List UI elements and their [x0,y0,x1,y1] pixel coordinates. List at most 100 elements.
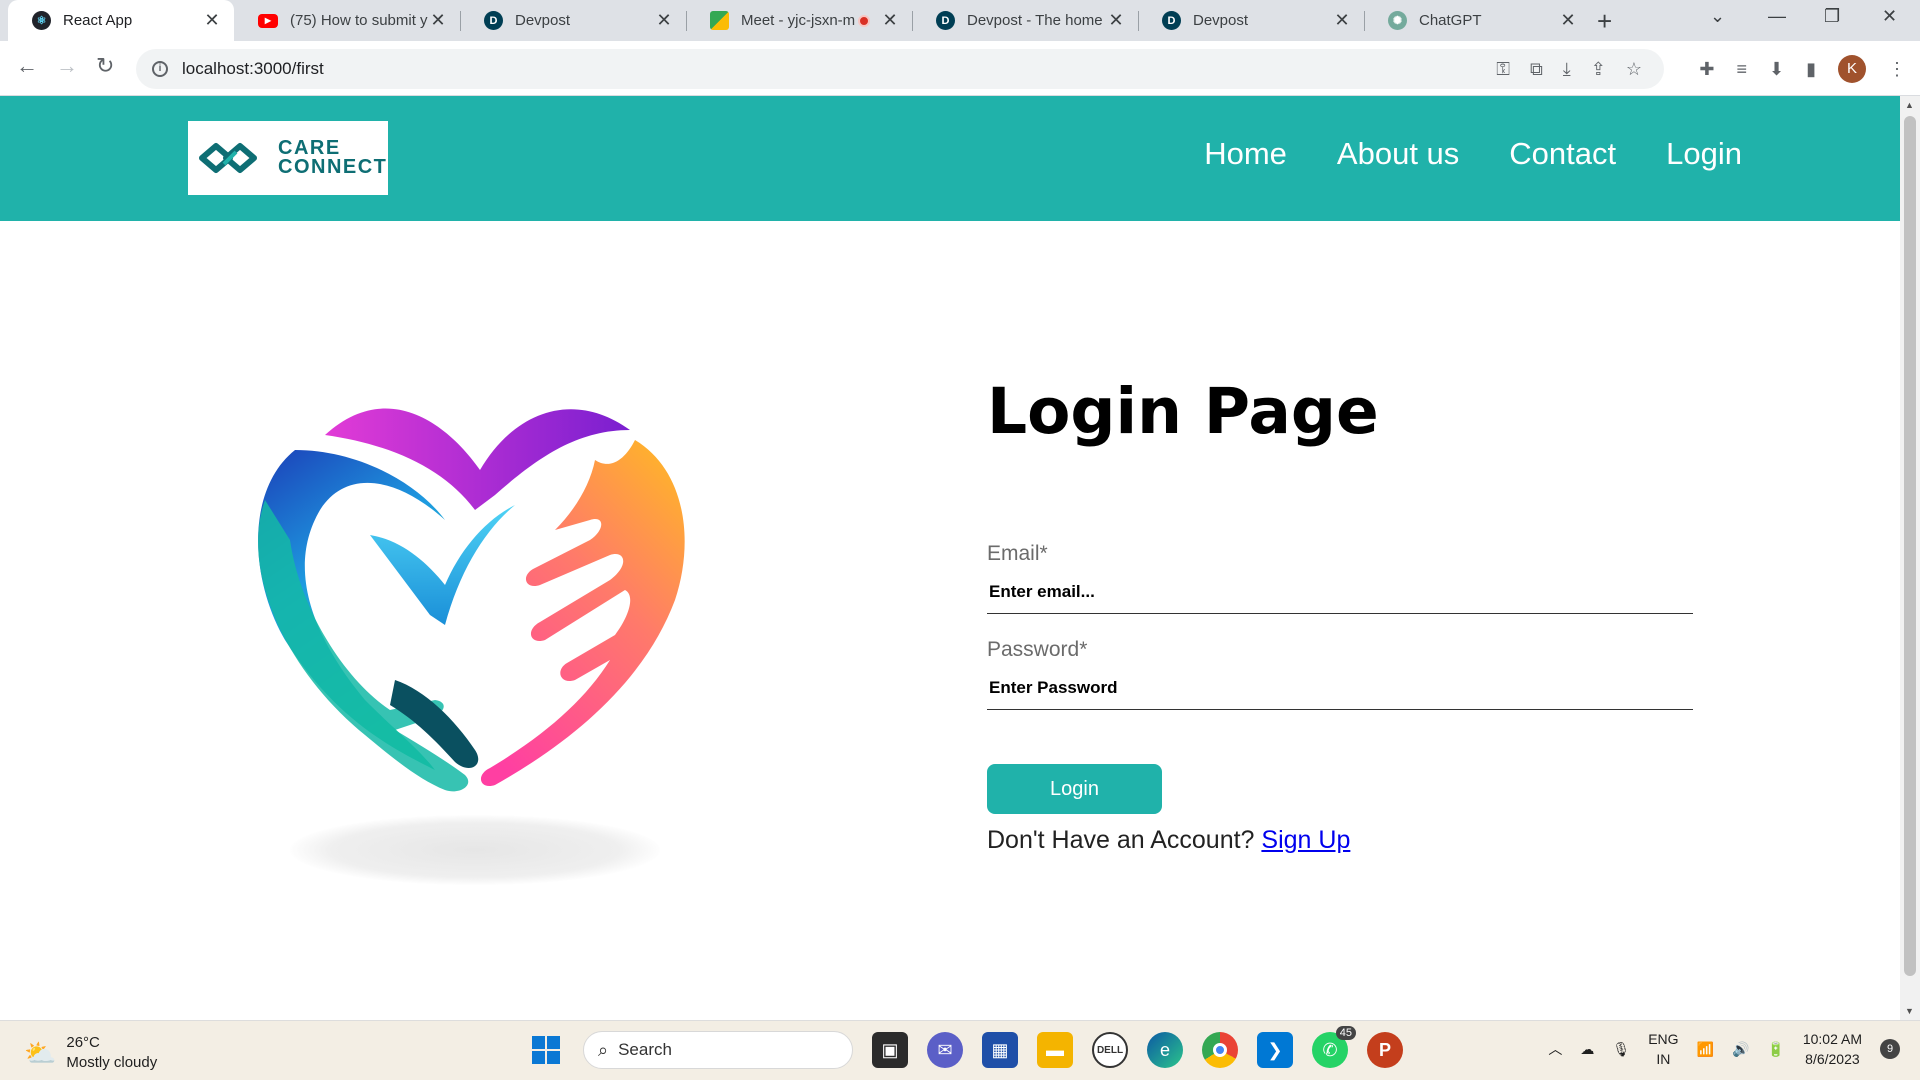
restore-icon[interactable]: ❐ [1824,6,1840,27]
tab-devpost[interactable]: D Devpost ✕ [460,0,686,41]
logo-text: CARE CONNECT [278,138,388,178]
open-external-icon[interactable]: ⧉ [1530,59,1543,80]
tab-label: (75) How to submit yo [290,12,428,29]
vscode-icon[interactable]: ❯ [1257,1032,1293,1068]
browser-toolbar: ← → ↻ i localhost:3000/first ⚿ ⧉ ⤓ ⇪ ☆ ✚… [0,41,1920,96]
bookmark-star-icon[interactable]: ☆ [1626,59,1642,80]
system-tray: ︿ ☁ 🎙 ENG IN 📶 🔊 🔋 10:02 AM 8/6/2023 9 [1548,1029,1900,1069]
weather-condition: Mostly cloudy [66,1054,158,1071]
logo-mark-icon [199,143,257,173]
tab-search-chevron-icon[interactable]: ⌄ [1710,6,1725,27]
language-indicator[interactable]: ENG IN [1648,1029,1678,1069]
close-icon[interactable]: ✕ [202,10,222,31]
signup-prompt-text: Don't Have an Account? [987,826,1255,854]
tab-label: ChatGPT [1419,12,1482,29]
edge-browser-icon[interactable]: e [1147,1032,1183,1068]
whatsapp-icon[interactable]: ✆ 45 [1312,1026,1356,1068]
tab-label: Devpost - The home f [967,12,1106,29]
main-nav: Home About us Contact Login [1204,136,1742,172]
language-line-2: IN [1656,1051,1671,1067]
close-icon[interactable]: ✕ [428,10,448,31]
extensions-puzzle-icon[interactable]: ✚ [1699,59,1714,80]
new-tab-plus-icon[interactable]: + [1597,6,1612,37]
url-text[interactable]: localhost:3000/first [182,59,324,79]
more-menu-icon[interactable]: ⋮ [1888,59,1906,80]
nav-login[interactable]: Login [1666,136,1742,172]
avatar[interactable]: K [1838,55,1866,83]
notification-count-badge[interactable]: 9 [1880,1039,1900,1059]
cloud-sun-icon: ⛅ [24,1037,57,1068]
download-icon[interactable]: ⬇ [1769,59,1784,80]
whatsapp-badge: 45 [1335,1026,1356,1040]
dell-icon[interactable]: DELL [1092,1032,1128,1068]
scrollbar-thumb[interactable] [1904,116,1916,976]
chatgpt-icon: ✺ [1388,11,1407,30]
careconnect-logo[interactable]: CARE CONNECT [188,121,388,195]
file-explorer-icon[interactable]: ▬ [1037,1032,1073,1068]
key-icon[interactable]: ⚿ [1496,59,1510,80]
wifi-icon[interactable]: 📶 [1697,1041,1714,1058]
logo-line-2: CONNECT [278,156,388,178]
close-icon[interactable]: ✕ [1558,10,1578,31]
powerpoint-icon[interactable]: P [1367,1032,1403,1068]
chevron-up-icon[interactable]: ︿ [1548,1039,1562,1059]
media-queue-icon[interactable]: ≡ [1736,59,1747,80]
recording-icon [858,14,870,27]
page-scrollbar[interactable]: ▲ ▼ [1900,96,1920,1020]
scroll-down-icon[interactable]: ▼ [1905,1006,1914,1016]
devpost-icon: D [936,11,955,30]
tab-youtube[interactable]: ▶ (75) How to submit yo ✕ [234,0,460,41]
site-info-icon[interactable]: i [152,61,168,77]
close-icon[interactable]: ✕ [880,10,900,31]
weather-widget[interactable]: ⛅ 26°C Mostly cloudy [24,1033,157,1073]
clock-time: 10:02 AM [1802,1031,1862,1047]
clock[interactable]: 10:02 AM 8/6/2023 [1803,1029,1862,1069]
reload-icon[interactable]: ↻ [96,53,114,79]
clock-date: 8/6/2023 [1805,1051,1860,1067]
onedrive-icon[interactable]: ☁ [1580,1041,1594,1058]
tab-label: Devpost [515,12,571,29]
windows-start-icon[interactable] [528,1032,564,1068]
install-app-icon[interactable]: ⤓ [1563,59,1571,80]
nav-about-us[interactable]: About us [1337,136,1459,172]
password-field[interactable] [987,666,1693,710]
tab-label: Devpost [1193,12,1249,29]
page-title: Login Page [987,375,1379,448]
teams-chat-icon[interactable]: ✉ [927,1032,963,1068]
window-close-icon[interactable]: ✕ [1882,6,1897,27]
microphone-icon[interactable]: 🎙 [1612,1041,1630,1058]
forward-arrow-icon[interactable]: → [56,53,78,79]
minimize-icon[interactable]: — [1768,6,1786,27]
back-arrow-icon[interactable]: ← [16,53,38,79]
address-bar[interactable]: i localhost:3000/first ⚿ ⧉ ⤓ ⇪ ☆ [136,49,1664,89]
tab-devpost-2[interactable]: D Devpost ✕ [1138,0,1364,41]
battery-icon[interactable]: 🔋 [1767,1041,1784,1058]
side-panel-icon[interactable]: ▮ [1806,59,1816,80]
email-label: Email* [987,542,1048,565]
close-icon[interactable]: ✕ [1106,10,1126,31]
login-button[interactable]: Login [987,764,1162,814]
app-header: CARE CONNECT Home About us Contact Login [0,96,1900,221]
close-icon[interactable]: ✕ [654,10,674,31]
close-icon[interactable]: ✕ [1332,10,1352,31]
tab-react-app[interactable]: ⚛ React App ✕ [8,0,234,41]
nav-contact[interactable]: Contact [1509,136,1616,172]
speaker-icon[interactable]: 🔊 [1732,1041,1749,1058]
language-line-1: ENG [1648,1031,1679,1047]
tab-devpost-home[interactable]: D Devpost - The home f ✕ [912,0,1138,41]
nav-home[interactable]: Home [1204,136,1287,172]
password-label: Password* [987,638,1088,661]
taskbar-search[interactable]: ⌕ Search [583,1031,853,1069]
share-icon[interactable]: ⇪ [1591,59,1606,80]
tab-google-meet[interactable]: Meet - yjc-jsxn-m ✕ [686,0,912,41]
devpost-icon: D [484,11,503,30]
scroll-up-icon[interactable]: ▲ [1905,100,1914,110]
heart-hands-illustration [258,408,685,792]
sign-up-link[interactable]: Sign Up [1261,826,1350,854]
windows-taskbar: ⛅ 26°C Mostly cloudy ⌕ Search ▣ ✉ ▦ ▬ DE… [0,1020,1920,1080]
task-view-icon[interactable]: ▣ [872,1032,908,1068]
chrome-icon[interactable] [1202,1032,1238,1068]
tab-chatgpt[interactable]: ✺ ChatGPT ✕ [1364,0,1590,41]
email-field[interactable] [987,570,1693,614]
microsoft-store-icon[interactable]: ▦ [982,1032,1018,1068]
